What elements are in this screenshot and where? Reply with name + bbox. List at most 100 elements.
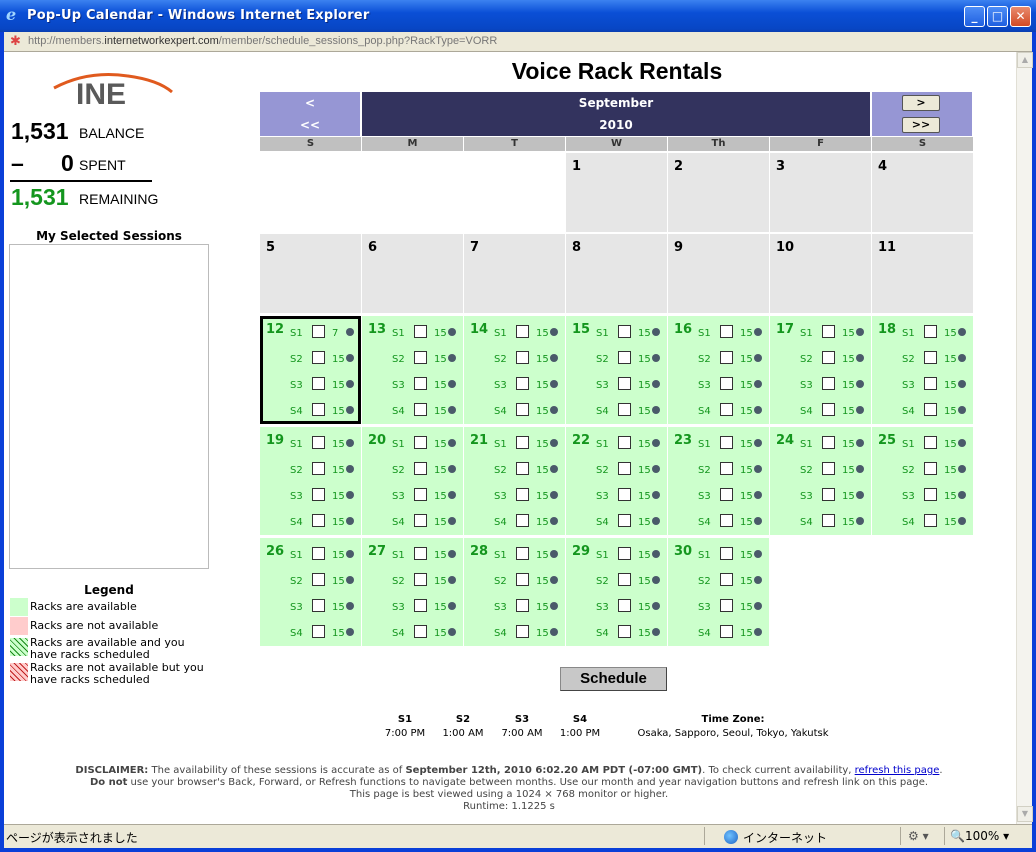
session-checkbox[interactable] [618, 514, 631, 527]
session-checkbox[interactable] [414, 325, 427, 338]
info-dot-icon[interactable] [754, 517, 762, 525]
session-checkbox[interactable] [312, 325, 325, 338]
day-cell[interactable]: 19 S1 15 S2 15 S3 15 S4 15 [260, 427, 361, 535]
session-checkbox[interactable] [618, 599, 631, 612]
session-checkbox[interactable] [822, 488, 835, 501]
info-dot-icon[interactable] [346, 576, 354, 584]
day-cell[interactable]: 28 S1 15 S2 15 S3 15 S4 15 [464, 538, 565, 646]
info-dot-icon[interactable] [856, 354, 864, 362]
info-dot-icon[interactable] [958, 406, 966, 414]
day-cell[interactable]: 30 S1 15 S2 15 S3 15 S4 15 [668, 538, 769, 646]
day-cell[interactable]: 22 S1 15 S2 15 S3 15 S4 15 [566, 427, 667, 535]
session-checkbox[interactable] [924, 351, 937, 364]
day-cell[interactable]: 27 S1 15 S2 15 S3 15 S4 15 [362, 538, 463, 646]
info-dot-icon[interactable] [856, 491, 864, 499]
session-checkbox[interactable] [312, 599, 325, 612]
info-dot-icon[interactable] [958, 328, 966, 336]
vertical-scrollbar[interactable]: ▲ ▼ [1016, 52, 1033, 824]
info-dot-icon[interactable] [448, 602, 456, 610]
info-dot-icon[interactable] [550, 628, 558, 636]
info-dot-icon[interactable] [448, 406, 456, 414]
protected-mode-icon[interactable]: ⚙ ▾ [908, 829, 929, 843]
session-checkbox[interactable] [312, 625, 325, 638]
info-dot-icon[interactable] [754, 380, 762, 388]
session-checkbox[interactable] [822, 351, 835, 364]
session-checkbox[interactable] [312, 351, 325, 364]
session-checkbox[interactable] [924, 488, 937, 501]
session-checkbox[interactable] [414, 377, 427, 390]
day-cell[interactable]: 16 S1 15 S2 15 S3 15 S4 15 [668, 316, 769, 424]
session-checkbox[interactable] [924, 377, 937, 390]
info-dot-icon[interactable] [958, 439, 966, 447]
session-checkbox[interactable] [312, 436, 325, 449]
session-checkbox[interactable] [618, 488, 631, 501]
session-checkbox[interactable] [414, 599, 427, 612]
info-dot-icon[interactable] [550, 406, 558, 414]
session-checkbox[interactable] [720, 547, 733, 560]
info-dot-icon[interactable] [346, 628, 354, 636]
session-checkbox[interactable] [618, 377, 631, 390]
info-dot-icon[interactable] [448, 328, 456, 336]
scroll-down-icon[interactable]: ▼ [1017, 806, 1033, 822]
info-dot-icon[interactable] [652, 439, 660, 447]
info-dot-icon[interactable] [652, 380, 660, 388]
session-checkbox[interactable] [516, 573, 529, 586]
info-dot-icon[interactable] [856, 439, 864, 447]
session-checkbox[interactable] [516, 462, 529, 475]
prev-year-link[interactable]: << [260, 114, 360, 136]
info-dot-icon[interactable] [346, 380, 354, 388]
session-checkbox[interactable] [312, 547, 325, 560]
info-dot-icon[interactable] [448, 354, 456, 362]
info-dot-icon[interactable] [754, 465, 762, 473]
info-dot-icon[interactable] [346, 517, 354, 525]
info-dot-icon[interactable] [652, 550, 660, 558]
session-checkbox[interactable] [516, 547, 529, 560]
session-checkbox[interactable] [924, 436, 937, 449]
info-dot-icon[interactable] [652, 491, 660, 499]
info-dot-icon[interactable] [346, 328, 354, 336]
session-checkbox[interactable] [516, 403, 529, 416]
next-year-button[interactable]: >> [902, 117, 940, 133]
session-checkbox[interactable] [822, 325, 835, 338]
info-dot-icon[interactable] [856, 465, 864, 473]
day-cell[interactable]: 24 S1 15 S2 15 S3 15 S4 15 [770, 427, 871, 535]
session-checkbox[interactable] [516, 436, 529, 449]
session-checkbox[interactable] [720, 599, 733, 612]
maximize-button[interactable]: □ [987, 6, 1008, 27]
scroll-up-icon[interactable]: ▲ [1017, 52, 1033, 68]
info-dot-icon[interactable] [448, 550, 456, 558]
info-dot-icon[interactable] [652, 628, 660, 636]
info-dot-icon[interactable] [754, 439, 762, 447]
info-dot-icon[interactable] [958, 354, 966, 362]
info-dot-icon[interactable] [754, 576, 762, 584]
session-checkbox[interactable] [414, 573, 427, 586]
info-dot-icon[interactable] [346, 439, 354, 447]
zoom-control[interactable]: 🔍100% ▾ [950, 829, 1009, 843]
session-checkbox[interactable] [618, 625, 631, 638]
info-dot-icon[interactable] [856, 328, 864, 336]
info-dot-icon[interactable] [754, 628, 762, 636]
info-dot-icon[interactable] [754, 354, 762, 362]
session-checkbox[interactable] [924, 462, 937, 475]
info-dot-icon[interactable] [550, 465, 558, 473]
session-checkbox[interactable] [720, 436, 733, 449]
day-cell[interactable]: 15 S1 15 S2 15 S3 15 S4 15 [566, 316, 667, 424]
info-dot-icon[interactable] [754, 491, 762, 499]
schedule-button[interactable]: Schedule [560, 667, 667, 691]
session-checkbox[interactable] [720, 377, 733, 390]
info-dot-icon[interactable] [346, 465, 354, 473]
session-checkbox[interactable] [822, 514, 835, 527]
info-dot-icon[interactable] [550, 439, 558, 447]
info-dot-icon[interactable] [754, 328, 762, 336]
session-checkbox[interactable] [822, 436, 835, 449]
info-dot-icon[interactable] [754, 406, 762, 414]
session-checkbox[interactable] [618, 351, 631, 364]
info-dot-icon[interactable] [550, 380, 558, 388]
session-checkbox[interactable] [822, 403, 835, 416]
session-checkbox[interactable] [414, 462, 427, 475]
day-cell[interactable]: 12 S1 7 S2 15 S3 15 S4 15 [260, 316, 361, 424]
session-checkbox[interactable] [618, 403, 631, 416]
session-checkbox[interactable] [414, 488, 427, 501]
session-checkbox[interactable] [720, 403, 733, 416]
info-dot-icon[interactable] [958, 491, 966, 499]
